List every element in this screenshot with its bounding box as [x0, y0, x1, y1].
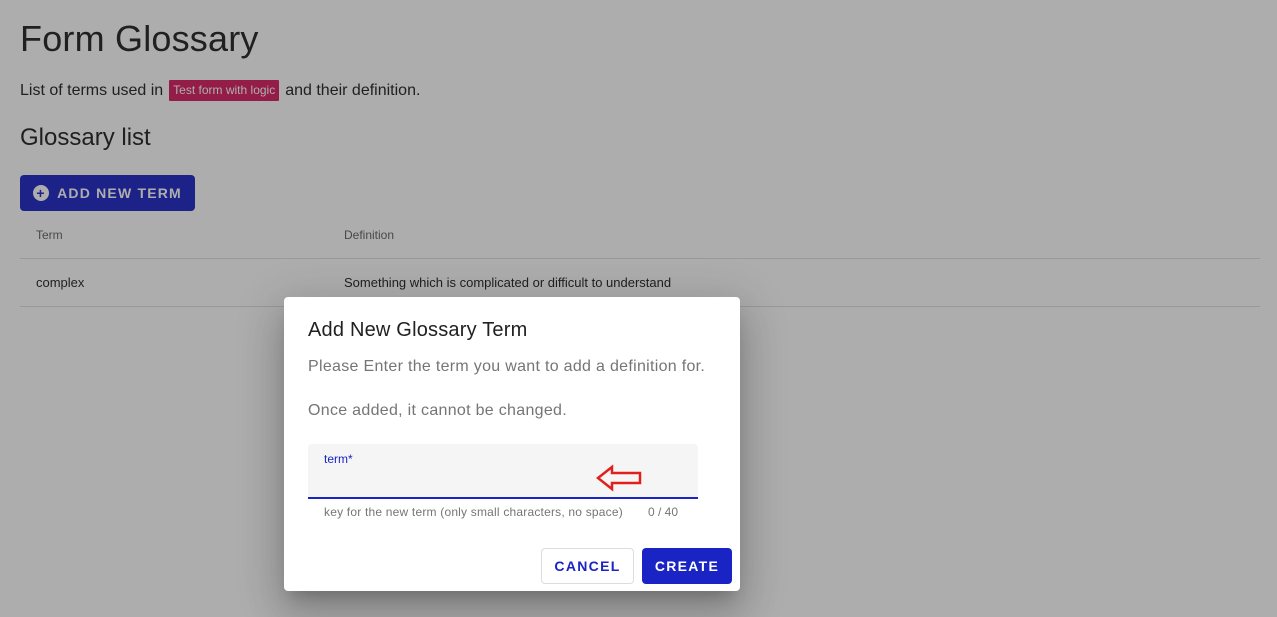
dialog-title: Add New Glossary Term — [308, 319, 528, 341]
cancel-button[interactable]: CANCEL — [541, 548, 634, 584]
add-term-dialog: Add New Glossary Term Please Enter the t… — [284, 297, 740, 591]
term-field[interactable]: term* — [308, 444, 698, 499]
red-arrow-left-icon — [596, 464, 642, 492]
term-hint: key for the new term (only small charact… — [324, 505, 623, 519]
term-char-counter: 0 / 40 — [648, 505, 679, 519]
term-input[interactable] — [324, 468, 584, 490]
create-button[interactable]: CREATE — [642, 548, 732, 584]
term-field-label: term* — [324, 452, 353, 466]
dialog-warning: Once added, it cannot be changed. — [308, 402, 567, 419]
dialog-instruction: Please Enter the term you want to add a … — [308, 358, 706, 375]
